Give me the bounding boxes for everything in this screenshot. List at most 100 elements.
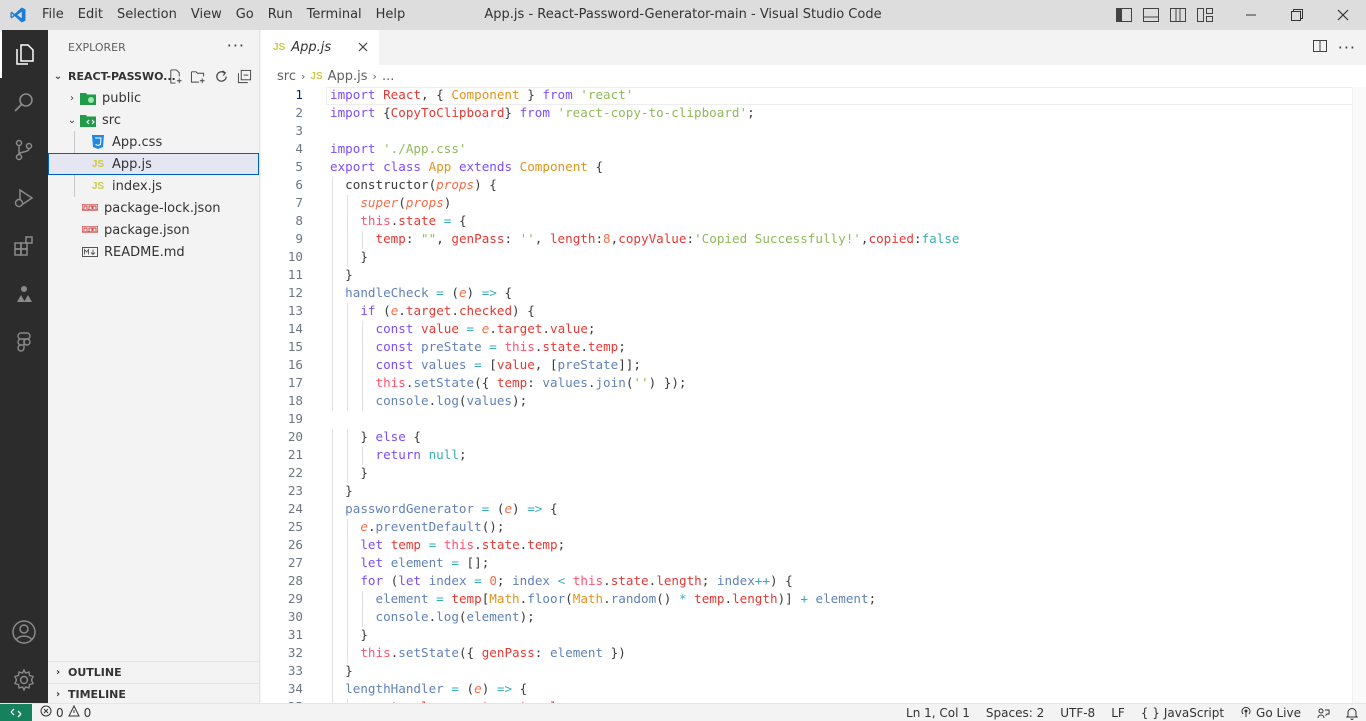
- code-line[interactable]: console.log(element);: [330, 609, 535, 624]
- language-mode[interactable]: { } JavaScript: [1133, 704, 1232, 721]
- encoding-setting[interactable]: UTF-8: [1052, 704, 1103, 721]
- line-number[interactable]: 11: [261, 267, 303, 282]
- line-number[interactable]: 21: [261, 447, 303, 462]
- menu-help[interactable]: Help: [369, 0, 413, 30]
- code-line[interactable]: }: [330, 465, 368, 480]
- timeline-pane-header[interactable]: › TIMELINE: [48, 683, 260, 705]
- code-line[interactable]: }: [330, 249, 368, 264]
- collapse-all-icon[interactable]: [235, 67, 253, 85]
- line-number[interactable]: 5: [261, 159, 303, 174]
- line-number[interactable]: 17: [261, 375, 303, 390]
- line-number[interactable]: 6: [261, 177, 303, 192]
- code-line[interactable]: constructor(props) {: [330, 177, 497, 192]
- tree-file-package-lock-json[interactable]: package-lock.json: [48, 197, 259, 219]
- remote-indicator-icon[interactable]: [0, 703, 32, 721]
- code-line[interactable]: for (let index = 0; index < this.state.l…: [330, 573, 792, 588]
- line-number[interactable]: 10: [261, 249, 303, 264]
- customize-layout-icon[interactable]: [1191, 0, 1218, 30]
- line-number[interactable]: 19: [261, 411, 303, 426]
- toggle-panel-icon[interactable]: [1137, 0, 1164, 30]
- breadcrumb-file[interactable]: App.js: [328, 69, 368, 84]
- tree-file-package-json[interactable]: package.json: [48, 219, 259, 241]
- code-line[interactable]: }: [330, 483, 353, 498]
- breadcrumb-folder[interactable]: src: [277, 69, 296, 84]
- outline-pane-header[interactable]: › OUTLINE: [48, 661, 260, 683]
- menu-terminal[interactable]: Terminal: [300, 0, 369, 30]
- menu-view[interactable]: View: [184, 0, 229, 30]
- menu-file[interactable]: File: [35, 0, 71, 30]
- line-number[interactable]: 23: [261, 483, 303, 498]
- code-line[interactable]: const preState = this.state.temp;: [330, 339, 626, 354]
- figma-icon[interactable]: [0, 318, 48, 366]
- tree-file-index-js[interactable]: JS index.js: [48, 175, 259, 197]
- line-number[interactable]: 1: [261, 87, 303, 102]
- line-number[interactable]: 8: [261, 213, 303, 228]
- code-line[interactable]: this.state = {: [330, 213, 466, 228]
- menu-selection[interactable]: Selection: [110, 0, 184, 30]
- code-line[interactable]: } else {: [330, 429, 421, 444]
- code-line[interactable]: const values = [value, [preState]];: [330, 357, 641, 372]
- tree-file-app-js[interactable]: JS App.js: [48, 153, 259, 175]
- problems-indicator[interactable]: 0 0: [32, 704, 99, 721]
- code-line[interactable]: super(props): [330, 195, 451, 210]
- line-number[interactable]: 30: [261, 609, 303, 624]
- minimize-icon[interactable]: [1228, 0, 1274, 30]
- cursor-position[interactable]: Ln 1, Col 1: [898, 704, 978, 721]
- tree-file-app-css[interactable]: App.css: [48, 131, 259, 153]
- code-line[interactable]: let temp = this.state.temp;: [330, 537, 565, 552]
- source-control-icon[interactable]: [0, 126, 48, 174]
- notifications-bell-icon[interactable]: [1338, 704, 1366, 721]
- menu-edit[interactable]: Edit: [71, 0, 110, 30]
- line-number[interactable]: 3: [261, 123, 303, 138]
- line-number[interactable]: 27: [261, 555, 303, 570]
- code-line[interactable]: export class App extends Component {: [330, 159, 603, 174]
- explorer-icon[interactable]: [0, 30, 48, 78]
- close-tab-icon[interactable]: [355, 39, 371, 55]
- tree-folder-src[interactable]: ⌄ src: [48, 109, 259, 131]
- feedback-icon[interactable]: [1309, 704, 1338, 721]
- workspace-folder-header[interactable]: ⌄ REACT-PASSWO...: [48, 65, 259, 87]
- more-actions-icon[interactable]: ···: [1338, 38, 1356, 57]
- search-icon[interactable]: [0, 78, 48, 126]
- line-number[interactable]: 20: [261, 429, 303, 444]
- refresh-icon[interactable]: [212, 67, 230, 85]
- line-number[interactable]: 28: [261, 573, 303, 588]
- line-number[interactable]: 31: [261, 627, 303, 642]
- extensions-icon[interactable]: [0, 222, 48, 270]
- close-window-icon[interactable]: [1320, 0, 1366, 30]
- tree-file-readme-md[interactable]: README.md: [48, 241, 259, 263]
- code-editor[interactable]: 1 2 3 4 5 6 7 8 9 10 11 12 13 14 15 16 17 18 19 20 21 22 23 24 2…: [261, 87, 1366, 703]
- new-file-icon[interactable]: [166, 67, 184, 85]
- code-line[interactable]: }: [330, 267, 353, 282]
- line-number[interactable]: 9: [261, 231, 303, 246]
- remote-explorer-icon[interactable]: [0, 270, 48, 318]
- eol-setting[interactable]: LF: [1103, 704, 1133, 721]
- new-folder-icon[interactable]: [189, 67, 207, 85]
- code-line[interactable]: import {CopyToClipboard} from 'react-cop…: [330, 105, 755, 120]
- code-line[interactable]: element = temp[Math.floor(Math.random() …: [330, 591, 877, 606]
- line-number[interactable]: 7: [261, 195, 303, 210]
- account-icon[interactable]: [0, 608, 48, 656]
- code-line[interactable]: let element = [];: [330, 555, 489, 570]
- code-line[interactable]: return null;: [330, 447, 467, 462]
- go-live-button[interactable]: Go Live: [1232, 704, 1309, 721]
- toggle-primary-sidebar-icon[interactable]: [1110, 0, 1137, 30]
- code-line[interactable]: import './App.css': [330, 141, 467, 156]
- settings-gear-icon[interactable]: [0, 656, 48, 704]
- menu-go[interactable]: Go: [229, 0, 261, 30]
- line-number[interactable]: 13: [261, 303, 303, 318]
- code-line[interactable]: this.setState({ genPass: element }): [330, 645, 625, 660]
- line-number[interactable]: 16: [261, 357, 303, 372]
- code-line[interactable]: temp: "", genPass: '', length:8,copyValu…: [330, 231, 960, 246]
- split-editor-icon[interactable]: [1312, 39, 1328, 57]
- tree-folder-public[interactable]: › public: [48, 87, 259, 109]
- line-number[interactable]: 29: [261, 591, 303, 606]
- line-number[interactable]: 2: [261, 105, 303, 120]
- tab-app-js[interactable]: JS App.js: [261, 30, 379, 65]
- vertical-scrollbar[interactable]: [1352, 87, 1366, 703]
- code-line[interactable]: passwordGenerator = (e) => {: [330, 501, 557, 516]
- menu-run[interactable]: Run: [261, 0, 300, 30]
- line-number[interactable]: 22: [261, 465, 303, 480]
- code-line[interactable]: }: [330, 627, 368, 642]
- code-line[interactable]: this.setState({ temp: values.join('') })…: [330, 375, 687, 390]
